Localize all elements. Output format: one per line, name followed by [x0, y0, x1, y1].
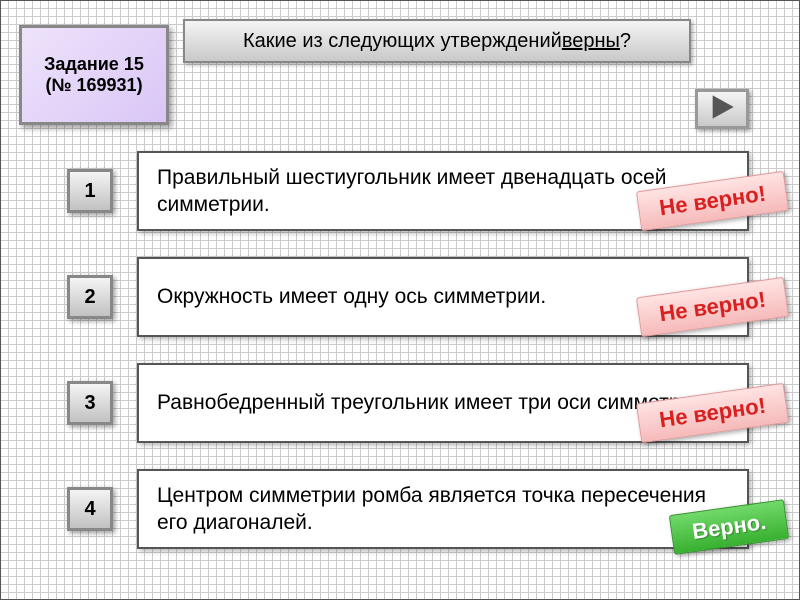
answer-number-button-3[interactable]: 3: [67, 381, 113, 425]
answer-box: Центром симметрии ромба является точка п…: [137, 469, 749, 549]
task-number: (№ 169931): [45, 75, 142, 96]
answer-number-button-4[interactable]: 4: [67, 487, 113, 531]
task-badge: Задание 15 (№ 169931): [19, 25, 169, 125]
answer-row: 1 Правильный шестиугольник имеет двенадц…: [67, 151, 767, 231]
answer-number-button-2[interactable]: 2: [67, 275, 113, 319]
answer-number: 1: [84, 180, 95, 203]
task-title: Задание 15: [44, 54, 144, 75]
play-icon: [708, 93, 736, 126]
answer-number: 2: [84, 286, 95, 309]
answer-text: Центром симметрии ромба является точка п…: [157, 482, 729, 537]
answer-row: 2 Окружность имеет одну ось симметрии. Н…: [67, 257, 767, 337]
answer-number: 4: [84, 498, 95, 521]
question-suffix: ?: [620, 30, 631, 53]
answer-number: 3: [84, 392, 95, 415]
question-prefix: Какие из следующих утверждений: [243, 30, 562, 53]
answer-text: Равнобедренный треугольник имеет три оси…: [157, 389, 710, 416]
question-bar: Какие из следующих утверждений верны ?: [183, 19, 691, 63]
next-button[interactable]: [695, 89, 749, 129]
answer-row: 4 Центром симметрии ромба является точка…: [67, 469, 767, 549]
question-underlined: верны: [562, 30, 620, 53]
answer-row: 3 Равнобедренный треугольник имеет три о…: [67, 363, 767, 443]
answers-container: 1 Правильный шестиугольник имеет двенадц…: [67, 151, 767, 575]
answer-number-button-1[interactable]: 1: [67, 169, 113, 213]
answer-text: Окружность имеет одну ось симметрии.: [157, 283, 546, 310]
